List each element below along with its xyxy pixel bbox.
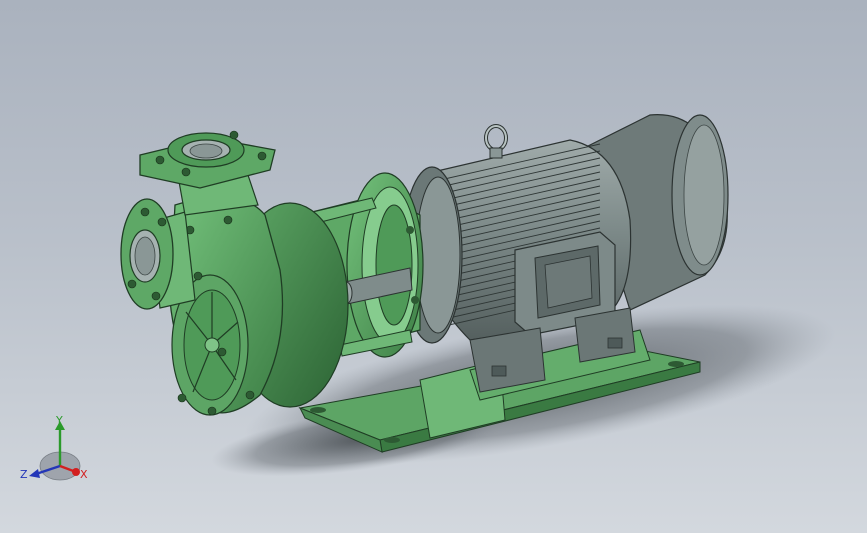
lifting-eye-icon: [484, 124, 508, 159]
pump-model[interactable]: [0, 0, 867, 533]
triad-y-label: Y: [55, 414, 63, 427]
coordinate-triad-icon: Y Z X: [20, 414, 88, 481]
triad-x-label: X: [80, 468, 88, 481]
triad-z-label: Z: [20, 468, 28, 481]
cad-graphics-viewport[interactable]: Y Z X: [0, 0, 867, 533]
pump-casing: [120, 130, 349, 416]
